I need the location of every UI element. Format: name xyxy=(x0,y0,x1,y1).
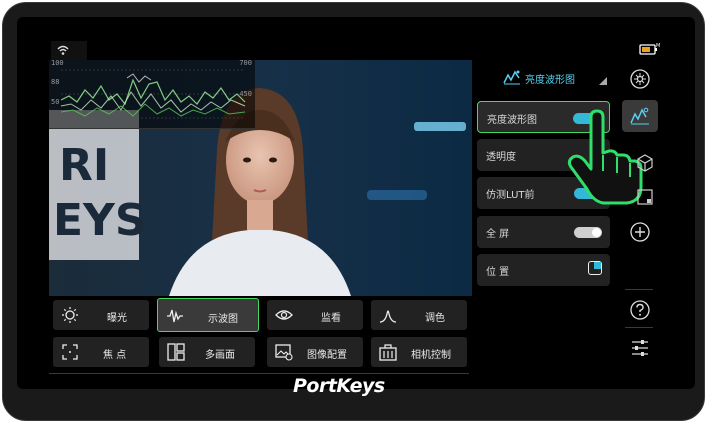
menu-monitor-label: 监看 xyxy=(321,313,341,324)
focus-icon xyxy=(62,344,78,360)
menu-waveform[interactable]: 示波图 xyxy=(157,298,259,332)
position-corner-icon[interactable] xyxy=(588,261,602,275)
panel-title: 亮度波形图 xyxy=(525,75,575,86)
menu-camera-control-label: 相机控制 xyxy=(411,350,451,361)
cube-button[interactable] xyxy=(631,149,659,177)
menu-exposure[interactable]: 曝光 xyxy=(53,300,149,330)
svg-text:M: M xyxy=(656,43,660,49)
menu-multiview-label: 多画面 xyxy=(205,350,235,361)
panel-header[interactable]: 亮度波形图 xyxy=(503,67,607,89)
waveform-icon xyxy=(167,309,183,323)
menu-image-config-label: 图像配置 xyxy=(307,350,347,361)
svg-text:EYS: EYS xyxy=(53,195,147,246)
row-fullscreen-label: 全 屏 xyxy=(486,229,510,240)
menu-monitor[interactable]: 监看 xyxy=(267,300,363,330)
row-fullscreen[interactable]: 全 屏 xyxy=(477,216,610,248)
menu-waveform-label: 示波图 xyxy=(208,314,238,325)
row-luma-waveform-label: 亮度波形图 xyxy=(487,115,537,126)
cube-icon xyxy=(637,154,653,172)
plus-circle-icon xyxy=(630,222,650,242)
row-position-label: 位 置 xyxy=(486,267,510,278)
camera-control-icon xyxy=(379,344,397,361)
sliders-icon xyxy=(632,340,648,356)
waveform-mode-icon xyxy=(503,70,520,85)
waveform-trace xyxy=(60,69,246,119)
monitor-device: M RI EYS 100 700 88 50 450 亮度波形图 亮度波形图 透… xyxy=(2,2,705,421)
menu-focus-label: 焦 点 xyxy=(103,350,127,361)
luma-waveform-icon xyxy=(630,107,649,125)
image-settings-icon xyxy=(275,344,293,361)
eye-icon xyxy=(275,310,293,320)
menu-image-config[interactable]: 图像配置 xyxy=(267,337,363,367)
row-pre-lut-label: 仿测LUT前 xyxy=(486,190,535,201)
sun-icon xyxy=(62,307,78,323)
menu-multiview[interactable]: 多画面 xyxy=(159,337,255,367)
monitor-screen: M RI EYS 100 700 88 50 450 亮度波形图 亮度波形图 透… xyxy=(17,17,695,389)
menu-color-label: 调色 xyxy=(425,313,445,324)
battery-icon: M xyxy=(639,41,661,55)
menu-exposure-label: 曝光 xyxy=(107,313,127,324)
menu-camera-control[interactable]: 相机控制 xyxy=(371,337,467,367)
bottom-divider xyxy=(49,373,469,374)
curve-icon xyxy=(379,310,397,323)
gear-icon xyxy=(630,69,650,89)
dropdown-triangle-icon xyxy=(599,77,607,85)
settings-sun-button[interactable] xyxy=(626,65,654,93)
sidebar-divider-2 xyxy=(625,327,653,328)
frame-corner-icon xyxy=(637,189,653,205)
fullscreen-toggle[interactable] xyxy=(574,227,602,238)
row-opacity-label: 透明度 xyxy=(486,152,516,163)
menu-focus[interactable]: 焦 点 xyxy=(53,337,149,367)
svg-text:RI: RI xyxy=(59,140,109,191)
adjust-button[interactable] xyxy=(626,334,654,362)
add-button[interactable] xyxy=(626,218,654,246)
portkeys-logo: PortKeys xyxy=(293,375,385,397)
help-icon xyxy=(630,300,650,320)
waveform-tool-button[interactable] xyxy=(622,100,658,132)
luma-waveform-overlay[interactable]: 100 700 88 50 450 xyxy=(49,59,255,129)
frame-button[interactable] xyxy=(631,183,659,211)
row-position[interactable]: 位 置 xyxy=(477,254,610,286)
menu-color[interactable]: 调色 xyxy=(371,300,467,330)
wifi-icon xyxy=(51,41,87,61)
help-button[interactable] xyxy=(626,296,654,324)
multiview-icon xyxy=(167,343,185,361)
sidebar-divider xyxy=(625,289,653,290)
